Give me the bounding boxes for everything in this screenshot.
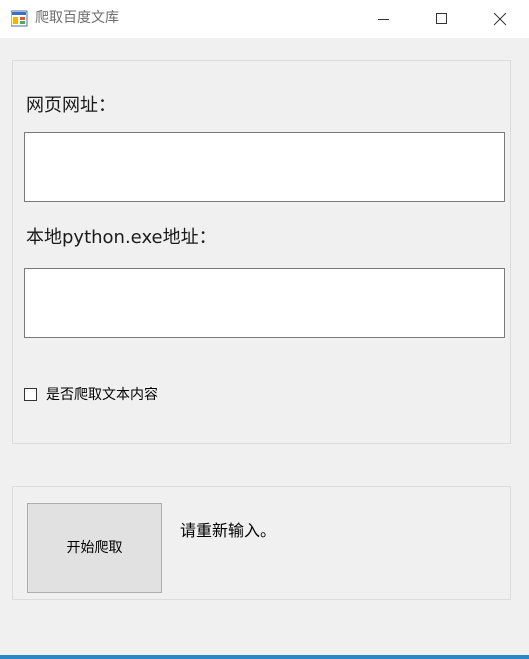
minimize-button[interactable] [355, 0, 413, 38]
window-title: 爬取百度文库 [35, 10, 119, 26]
maximize-icon [436, 13, 447, 24]
crawl-text-checkbox-label[interactable]: 是否爬取文本内容 [46, 386, 158, 404]
close-icon [493, 12, 507, 26]
window-bottom-border [0, 655, 529, 659]
python-path-input[interactable] [24, 268, 505, 338]
title-bar[interactable]: 爬取百度文库 [0, 0, 529, 38]
maximize-button[interactable] [413, 0, 471, 38]
url-label: 网页网址： [26, 95, 116, 116]
python-path-label: 本地python.exe地址： [26, 227, 217, 248]
url-input[interactable] [24, 132, 505, 202]
minimize-icon [378, 19, 389, 20]
main-window: 爬取百度文库 网页网址： 本地python.exe地址： 是否爬取文本内容 开始… [0, 0, 529, 659]
status-message: 请重新输入。 [180, 521, 277, 540]
start-crawl-button[interactable]: 开始爬取 [27, 503, 162, 593]
close-button[interactable] [471, 0, 529, 38]
app-icon [10, 10, 28, 27]
crawl-text-checkbox[interactable] [24, 388, 37, 401]
